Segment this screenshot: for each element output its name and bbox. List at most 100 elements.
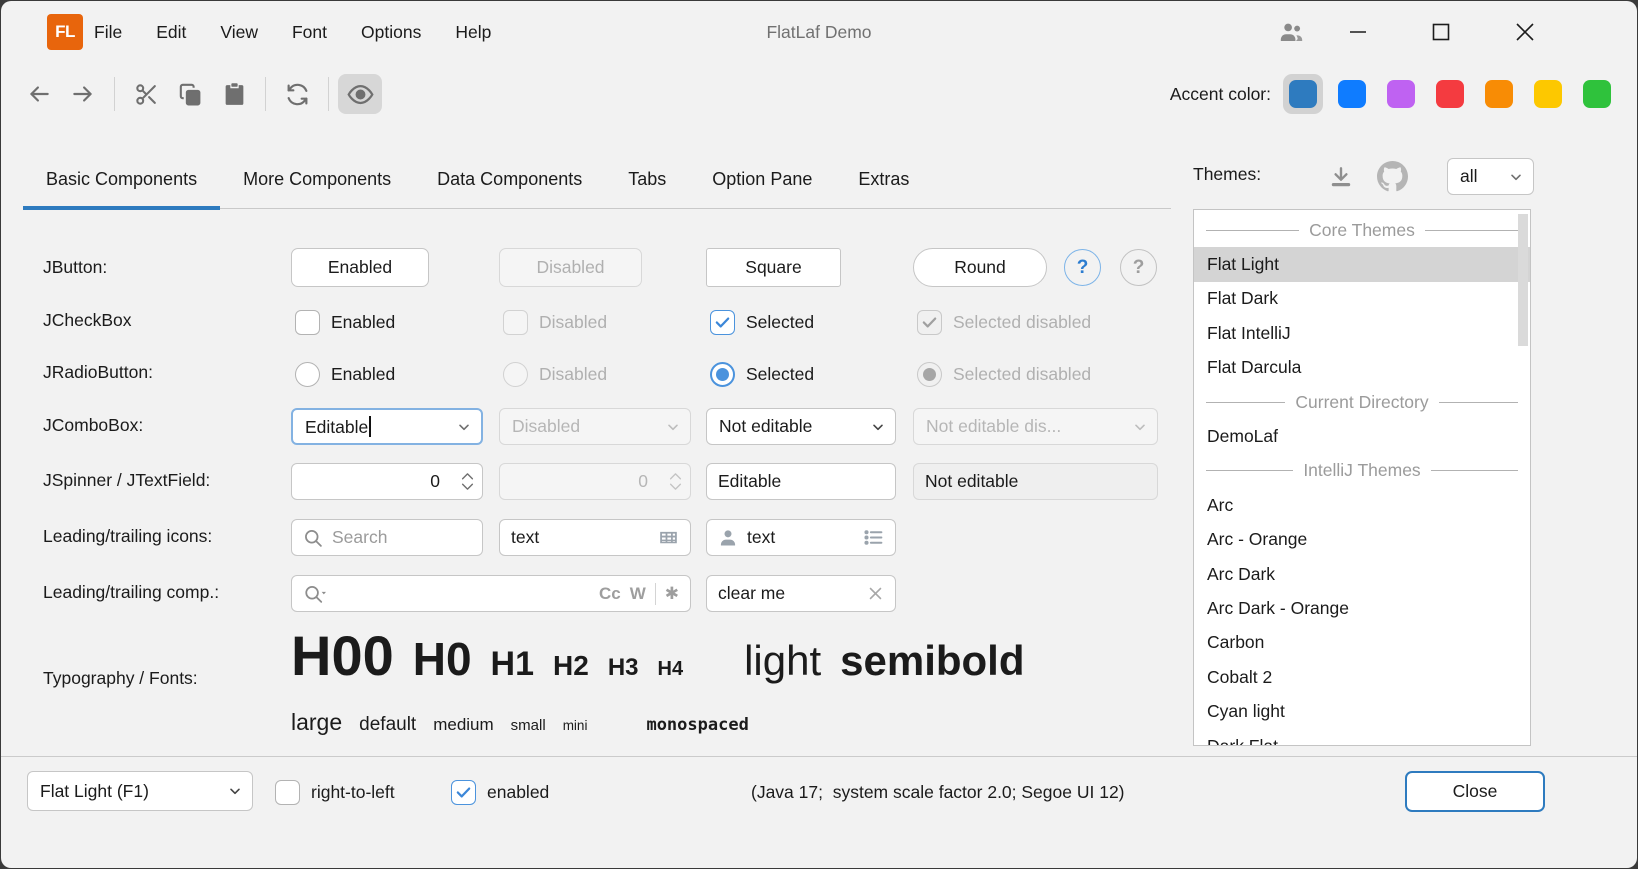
- menu-view[interactable]: View: [203, 15, 275, 50]
- group-label: IntelliJ Themes: [1303, 460, 1420, 481]
- users-button[interactable]: [1267, 8, 1315, 56]
- checkbox-enabled[interactable]: Enabled: [295, 307, 395, 337]
- theme-item-flat-dark[interactable]: Flat Dark: [1194, 282, 1530, 316]
- accent-swatch-red[interactable]: [1436, 80, 1464, 108]
- spinner-enabled[interactable]: 0: [291, 463, 483, 500]
- cut-button[interactable]: [124, 74, 168, 114]
- theme-item-arc-dark-orange[interactable]: Arc Dark - Orange: [1194, 591, 1530, 625]
- jbutton-round[interactable]: Round: [913, 248, 1047, 287]
- theme-item-cobalt-2[interactable]: Cobalt 2: [1194, 660, 1530, 694]
- monospaced-sample: monospaced: [646, 715, 748, 735]
- chevron-down-icon[interactable]: [861, 419, 895, 435]
- theme-item-flat-light[interactable]: Flat Light: [1194, 247, 1530, 281]
- clearable-text-field[interactable]: clear me: [706, 575, 896, 612]
- themes-group-separator: IntelliJ Themes: [1194, 454, 1530, 488]
- themes-list-scrollbar[interactable]: [1518, 214, 1528, 346]
- combobox-not-editable[interactable]: Not editable: [706, 408, 896, 445]
- tab-option-pane[interactable]: Option Pane: [689, 151, 835, 208]
- minimize-button[interactable]: [1334, 8, 1382, 56]
- text-field-leading-trailing-icons[interactable]: text: [706, 519, 896, 556]
- chevron-down-icon[interactable]: [447, 419, 481, 435]
- jbutton-square[interactable]: Square: [706, 248, 841, 287]
- laf-combobox[interactable]: Flat Light (F1): [27, 771, 253, 811]
- checkbox-selected[interactable]: Selected: [710, 307, 814, 337]
- jspinner-row-label: JSpinner / JTextField:: [43, 470, 210, 491]
- regex-toggle[interactable]: ✱: [665, 584, 679, 604]
- spinner-value[interactable]: 0: [292, 471, 452, 492]
- maximize-button[interactable]: [1417, 8, 1465, 56]
- tab-more-components[interactable]: More Components: [220, 151, 414, 208]
- statusbar: Flat Light (F1) right-to-left enabled (J…: [1, 756, 1637, 868]
- minimize-icon: [1347, 21, 1369, 43]
- accent-swatch-purple[interactable]: [1387, 80, 1415, 108]
- show-hidden-toggle-button[interactable]: [338, 74, 382, 114]
- spinner-arrows[interactable]: [452, 472, 482, 491]
- radio-selected-disabled: Selected disabled: [917, 359, 1091, 389]
- combobox-text: Editable: [305, 417, 368, 437]
- accent-swatch-selected-wrap: [1283, 74, 1323, 114]
- checkbox-label: Selected: [746, 312, 814, 333]
- theme-item-flat-intellij[interactable]: Flat IntelliJ: [1194, 316, 1530, 350]
- combobox-editable[interactable]: Editable: [291, 408, 483, 445]
- theme-item-arc[interactable]: Arc: [1194, 488, 1530, 522]
- theme-item-demolaf[interactable]: DemoLaf: [1194, 419, 1530, 453]
- jbutton-help-button[interactable]: ?: [1064, 249, 1101, 286]
- paste-button[interactable]: [212, 74, 256, 114]
- enabled-checkbox[interactable]: enabled: [451, 777, 549, 807]
- textfield-editable[interactable]: Editable: [706, 463, 896, 500]
- theme-item-label: Dark Flat: [1207, 736, 1278, 746]
- search-field[interactable]: Search: [291, 519, 483, 556]
- list-icon[interactable]: [863, 527, 884, 548]
- refresh-button[interactable]: [275, 74, 319, 114]
- tab-data-components[interactable]: Data Components: [414, 151, 605, 208]
- theme-item-label: Carbon: [1207, 632, 1264, 653]
- clear-icon[interactable]: [867, 585, 884, 602]
- theme-item-cyan-light[interactable]: Cyan light: [1194, 694, 1530, 728]
- accent-swatch-orange[interactable]: [1485, 80, 1513, 108]
- tab-extras[interactable]: Extras: [835, 151, 932, 208]
- copy-button[interactable]: [168, 74, 212, 114]
- close-button[interactable]: Close: [1405, 771, 1545, 812]
- cut-icon: [134, 82, 159, 107]
- jbutton-enabled[interactable]: Enabled: [291, 248, 429, 287]
- github-button[interactable]: [1373, 157, 1411, 195]
- tab-basic-components[interactable]: Basic Components: [23, 151, 220, 208]
- theme-item-arc-dark[interactable]: Arc Dark: [1194, 557, 1530, 591]
- search-field-with-options[interactable]: Cc W ✱: [291, 575, 691, 612]
- back-button[interactable]: [17, 74, 61, 114]
- search-with-dropdown-icon[interactable]: [303, 584, 327, 604]
- whole-word-toggle[interactable]: W: [630, 584, 646, 604]
- titlebar: FL File Edit View Font Options Help Flat…: [1, 1, 1637, 63]
- tab-tabs[interactable]: Tabs: [605, 151, 689, 208]
- download-themes-button[interactable]: [1323, 159, 1359, 195]
- right-to-left-checkbox[interactable]: right-to-left: [275, 777, 395, 807]
- accent-swatch-yellow[interactable]: [1534, 80, 1562, 108]
- main-tabbar: Basic Components More Components Data Co…: [23, 151, 1171, 209]
- chevron-down-icon[interactable]: [218, 783, 252, 799]
- text-field-trailing-icon[interactable]: text: [499, 519, 691, 556]
- theme-item-arc-orange[interactable]: Arc - Orange: [1194, 523, 1530, 557]
- tab-label: Basic Components: [46, 169, 197, 190]
- button-label: Square: [745, 257, 801, 278]
- theme-item-flat-darcula[interactable]: Flat Darcula: [1194, 351, 1530, 385]
- checkbox-box: [710, 310, 735, 335]
- menu-file[interactable]: File: [77, 15, 139, 50]
- jbutton-help-button-gray[interactable]: ?: [1120, 249, 1157, 286]
- themes-filter-combobox[interactable]: all: [1447, 158, 1534, 195]
- table-icon[interactable]: [658, 527, 679, 548]
- menu-font[interactable]: Font: [275, 15, 344, 50]
- forward-button[interactable]: [61, 74, 105, 114]
- accent-swatch-green[interactable]: [1583, 80, 1611, 108]
- radio-selected[interactable]: Selected: [710, 359, 814, 389]
- theme-item-dark-flat[interactable]: Dark Flat: [1194, 729, 1530, 746]
- theme-item-carbon[interactable]: Carbon: [1194, 626, 1530, 660]
- typography-row-label: Typography / Fonts:: [43, 668, 198, 689]
- accent-swatch-blue[interactable]: [1338, 80, 1366, 108]
- group-label: Core Themes: [1309, 220, 1415, 241]
- match-case-toggle[interactable]: Cc: [599, 584, 621, 604]
- close-window-button[interactable]: [1501, 8, 1549, 56]
- field-separator: [655, 583, 656, 605]
- accent-swatch-default[interactable]: [1289, 80, 1317, 108]
- menu-edit[interactable]: Edit: [139, 15, 203, 50]
- radio-enabled[interactable]: Enabled: [295, 359, 395, 389]
